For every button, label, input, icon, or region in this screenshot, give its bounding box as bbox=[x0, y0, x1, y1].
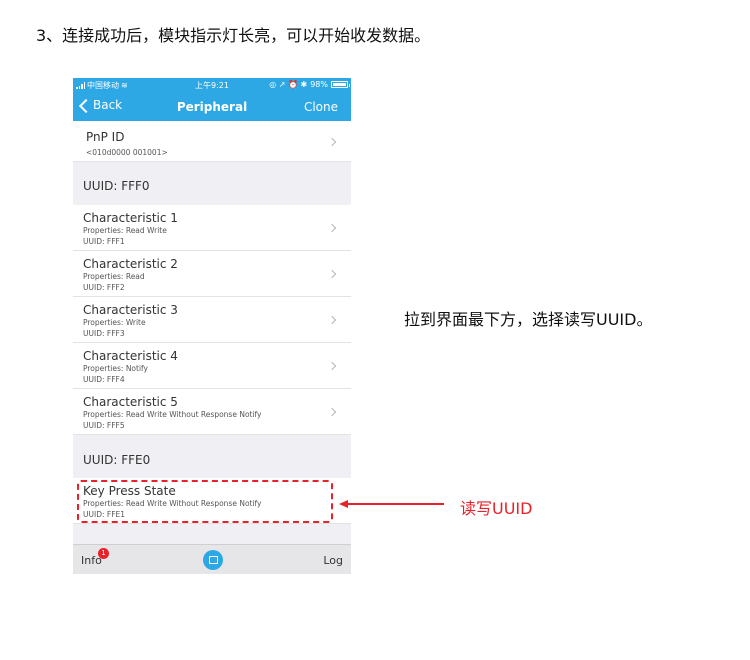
notification-badge: 1 bbox=[98, 548, 109, 559]
characteristic-row[interactable]: Characteristic 4 Properties: Notify UUID… bbox=[73, 343, 351, 389]
tab-bar: Info 1 Log bbox=[73, 544, 351, 574]
battery-level bbox=[333, 83, 346, 86]
device-icon bbox=[208, 556, 218, 564]
characteristic-properties: Properties: Write bbox=[83, 318, 146, 327]
characteristic-uuid: UUID: FFF3 bbox=[83, 329, 125, 338]
characteristic-properties: Properties: Read Write Without Response … bbox=[83, 410, 262, 419]
app-center-button[interactable] bbox=[203, 550, 223, 570]
pnp-id-row[interactable]: PnP ID <010d0000 001001> bbox=[73, 121, 351, 162]
characteristic-name: Characteristic 2 bbox=[83, 257, 178, 271]
battery-percent: 98% bbox=[310, 80, 328, 89]
status-bar: 中国移动 ≋ 上午9:21 ◎ ↗ ⏰ ✱ 98% bbox=[73, 78, 351, 93]
characteristic-row[interactable]: Characteristic 1 Properties: Read Write … bbox=[73, 205, 351, 251]
characteristic-properties: Properties: Read bbox=[83, 272, 145, 281]
service-header-ffe0: UUID: FFE0 bbox=[73, 435, 351, 478]
service-label: UUID: FFE0 bbox=[83, 453, 151, 467]
characteristic-name: Characteristic 4 bbox=[83, 349, 178, 363]
service-header-fff0: UUID: FFF0 bbox=[73, 162, 351, 205]
service-label: UUID: FFF0 bbox=[83, 179, 150, 193]
tab-log[interactable]: Log bbox=[323, 554, 343, 567]
characteristic-uuid: UUID: FFF1 bbox=[83, 237, 125, 246]
chevron-right-icon bbox=[327, 137, 337, 147]
pnp-id-title: PnP ID bbox=[86, 130, 125, 144]
characteristic-name: Characteristic 5 bbox=[83, 395, 178, 409]
characteristic-properties: Properties: Notify bbox=[83, 364, 148, 373]
side-note: 拉到界面最下方，选择读写UUID。 bbox=[404, 310, 653, 329]
pnp-id-value: <010d0000 001001> bbox=[86, 148, 168, 157]
chevron-right-icon bbox=[327, 269, 337, 279]
characteristic-uuid: UUID: FFF2 bbox=[83, 283, 125, 292]
characteristic-uuid: UUID: FFF4 bbox=[83, 375, 125, 384]
characteristic-row[interactable]: Characteristic 5 Properties: Read Write … bbox=[73, 389, 351, 435]
arrow-line bbox=[346, 503, 444, 505]
status-indicators-icon: ◎ ↗ ⏰ ✱ bbox=[269, 80, 308, 89]
characteristic-row[interactable]: Characteristic 2 Properties: Read UUID: … bbox=[73, 251, 351, 297]
characteristic-name: Characteristic 3 bbox=[83, 303, 178, 317]
characteristic-uuid: UUID: FFF5 bbox=[83, 421, 125, 430]
chevron-right-icon bbox=[327, 315, 337, 325]
clone-button[interactable]: Clone bbox=[304, 100, 338, 114]
battery-icon bbox=[331, 81, 350, 88]
arrow-left-icon bbox=[339, 500, 348, 508]
chevron-right-icon bbox=[327, 223, 337, 233]
chevron-right-icon bbox=[327, 361, 337, 371]
navigation-bar: Back Peripheral Clone bbox=[73, 93, 351, 121]
characteristic-row[interactable]: Characteristic 3 Properties: Write UUID:… bbox=[73, 297, 351, 343]
characteristic-name: Characteristic 1 bbox=[83, 211, 178, 225]
chevron-right-icon bbox=[327, 407, 337, 417]
step-instruction: 3、连接成功后，模块指示灯长亮，可以开始收发数据。 bbox=[36, 26, 431, 45]
characteristic-properties: Properties: Read Write bbox=[83, 226, 167, 235]
callout-label: 读写UUID bbox=[460, 499, 533, 518]
highlight-box bbox=[77, 480, 333, 523]
